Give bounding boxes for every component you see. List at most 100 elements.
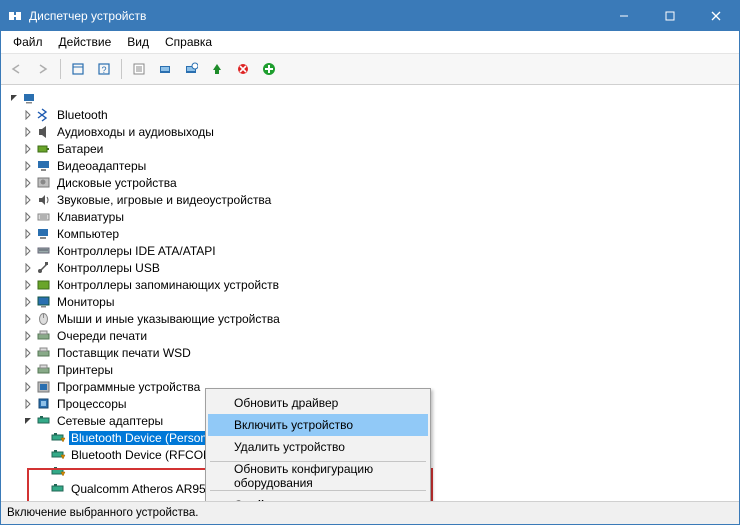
tree-category-label: Дисковые устройства — [55, 176, 179, 190]
toolbar-separator — [121, 59, 122, 79]
tree-category[interactable]: Bluetooth — [7, 106, 739, 123]
toolbar-add-button[interactable] — [257, 57, 281, 81]
close-button[interactable] — [693, 1, 739, 31]
tree-category[interactable]: Аудиовходы и аудиовыходы — [7, 123, 739, 140]
context-menu[interactable]: Обновить драйверВключить устройствоУдали… — [205, 388, 431, 501]
client-area: Bluetooth Аудиовходы и аудиовыходыБатареи… — [1, 85, 739, 501]
tree-expander-icon[interactable] — [21, 329, 35, 343]
tree-spacer — [35, 465, 49, 479]
toolbar-back-button[interactable] — [5, 57, 29, 81]
tree-device-label: Qualcomm Atheros AR956x — [69, 482, 220, 496]
toolbar-uninstall-button[interactable] — [231, 57, 255, 81]
tree-category-label: Компьютер — [55, 227, 121, 241]
stor-icon — [36, 277, 52, 293]
tree-expander-icon[interactable] — [21, 159, 35, 173]
tree-category[interactable]: Принтеры — [7, 361, 739, 378]
pc-icon — [36, 226, 52, 242]
tree-root[interactable] — [7, 89, 739, 106]
tree-category[interactable]: Компьютер — [7, 225, 739, 242]
disk-icon — [36, 175, 52, 191]
tree-expander-icon[interactable] — [21, 227, 35, 241]
menu-action[interactable]: Действие — [51, 33, 120, 51]
cpu-icon — [36, 396, 52, 412]
context-item[interactable]: Включить устройство — [208, 414, 428, 436]
context-item[interactable]: Свойства — [208, 494, 428, 501]
usb-icon — [36, 260, 52, 276]
tree-category[interactable]: Контроллеры запоминающих устройств — [7, 276, 739, 293]
tree-category-label: Видеоадаптеры — [55, 159, 148, 173]
tree-spacer — [35, 499, 49, 502]
context-item[interactable]: Обновить драйвер — [208, 392, 428, 414]
display-icon — [36, 158, 52, 174]
tree-category[interactable]: Контроллеры USB — [7, 259, 739, 276]
toolbar-help-button[interactable]: ? — [92, 57, 116, 81]
tree-category[interactable]: Поставщик печати WSD — [7, 344, 739, 361]
tree-category-label: Контроллеры USB — [55, 261, 162, 275]
window-title: Диспетчер устройств — [29, 9, 146, 23]
tree-category[interactable]: Клавиатуры — [7, 208, 739, 225]
tree-expander-icon[interactable] — [21, 142, 35, 156]
soft-icon — [36, 379, 52, 395]
tree-expander-icon[interactable] — [21, 363, 35, 377]
toolbar-showall-button[interactable] — [66, 57, 90, 81]
app-icon — [7, 8, 23, 24]
tree-expander-icon[interactable] — [21, 397, 35, 411]
minimize-button[interactable] — [601, 1, 647, 31]
tree-category-label: Принтеры — [55, 363, 115, 377]
tree-expander-icon[interactable] — [21, 176, 35, 190]
tree-expander-icon[interactable] — [21, 346, 35, 360]
ide-icon — [36, 243, 52, 259]
tree-spacer — [35, 482, 49, 496]
tree-expander-icon[interactable] — [21, 261, 35, 275]
tree-category[interactable]: Батареи — [7, 140, 739, 157]
tree-expander-icon[interactable] — [21, 380, 35, 394]
tree-category[interactable]: Звуковые, игровые и видеоустройства — [7, 191, 739, 208]
tree-expander-icon[interactable] — [21, 312, 35, 326]
context-item[interactable]: Удалить устройство — [208, 436, 428, 458]
tree-expander-icon[interactable] — [21, 193, 35, 207]
tree-expander-icon[interactable] — [21, 125, 35, 139]
statusbar: Включение выбранного устройства. — [1, 501, 739, 524]
tree-expander-icon[interactable] — [21, 278, 35, 292]
pq-icon — [36, 362, 52, 378]
status-text: Включение выбранного устройства. — [7, 507, 199, 519]
toolbar: ? — [1, 54, 739, 85]
tree-expander-icon[interactable] — [21, 244, 35, 258]
tree-category[interactable]: Мониторы — [7, 293, 739, 310]
svg-text:?: ? — [101, 65, 106, 75]
tree-category[interactable]: Контроллеры IDE ATA/ATAPI — [7, 242, 739, 259]
context-item[interactable]: Обновить конфигурацию оборудования — [208, 465, 428, 487]
toolbar-update-button[interactable] — [179, 57, 203, 81]
toolbar-enable-button[interactable] — [205, 57, 229, 81]
net-adapter-icon — [50, 464, 66, 480]
tree-expander-icon[interactable] — [7, 91, 21, 105]
menu-file[interactable]: Файл — [5, 33, 51, 51]
batt-icon — [36, 141, 52, 157]
toolbar-properties-button[interactable] — [127, 57, 151, 81]
toolbar-forward-button[interactable] — [31, 57, 55, 81]
tree-category-label: Звуковые, игровые и видеоустройства — [55, 193, 273, 207]
titlebar[interactable]: Диспетчер устройств — [1, 1, 739, 31]
tree-category-label: Клавиатуры — [55, 210, 126, 224]
tree-category[interactable]: Очереди печати — [7, 327, 739, 344]
net-icon — [36, 413, 52, 429]
tree-expander-icon[interactable] — [21, 414, 35, 428]
net-adapter-icon — [50, 481, 66, 497]
maximize-button[interactable] — [647, 1, 693, 31]
tree-category-label: Процессоры — [55, 397, 129, 411]
menu-view[interactable]: Вид — [119, 33, 157, 51]
menu-help[interactable]: Справка — [157, 33, 220, 51]
tree-category-label: Очереди печати — [55, 329, 149, 343]
tree-expander-icon[interactable] — [21, 210, 35, 224]
context-separator — [210, 490, 426, 491]
toolbar-scan-button[interactable] — [153, 57, 177, 81]
tree-category[interactable]: Видеоадаптеры — [7, 157, 739, 174]
tree-category-label: Мониторы — [55, 295, 116, 309]
tree-category[interactable]: Мыши и иные указывающие устройства — [7, 310, 739, 327]
menubar: Файл Действие Вид Справка — [1, 31, 739, 54]
tree-expander-icon[interactable] — [21, 108, 35, 122]
tree-category-label: Аудиовходы и аудиовыходы — [55, 125, 216, 139]
net-adapter-icon — [50, 447, 66, 463]
tree-category[interactable]: Дисковые устройства — [7, 174, 739, 191]
tree-expander-icon[interactable] — [21, 295, 35, 309]
